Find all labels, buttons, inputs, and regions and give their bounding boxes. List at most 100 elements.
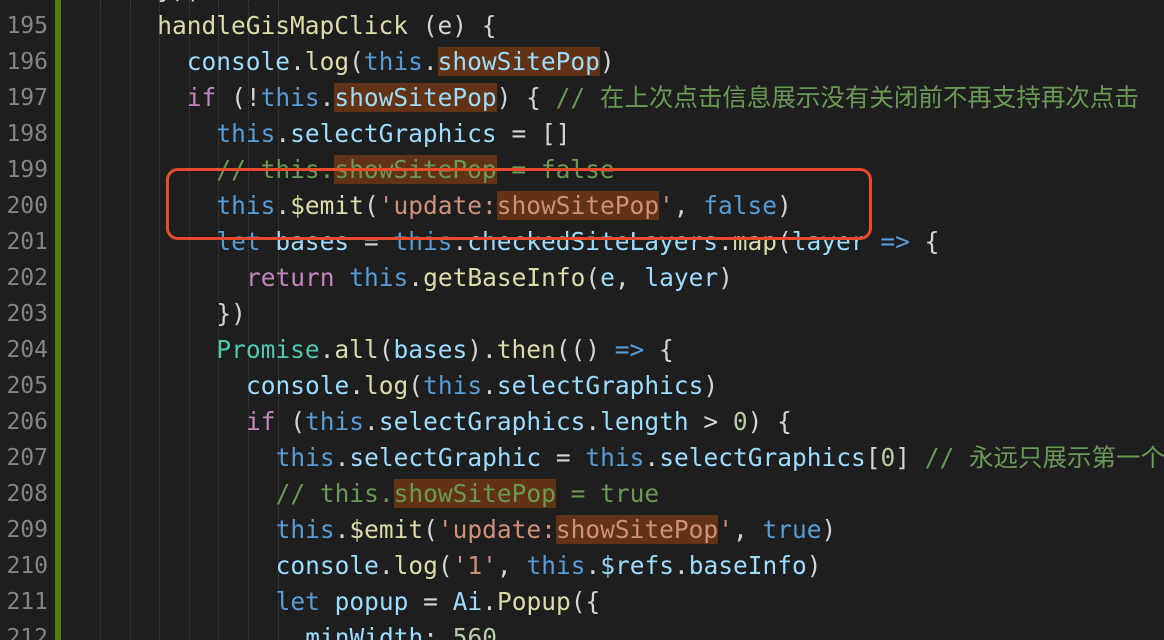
- code-token: (: [275, 407, 306, 436]
- code-line[interactable]: 209 this.$emit('update:showSitePop', true…: [0, 512, 1164, 548]
- code-line[interactable]: 199 // this.showSitePop = false: [0, 152, 1164, 188]
- code-token: this: [393, 227, 453, 256]
- code-text: console.log(this.showSitePop): [187, 44, 615, 80]
- code-token: .: [349, 371, 365, 400]
- code-line[interactable]: 197 if (!this.showSitePop) { // 在上次点击信息展示…: [0, 80, 1164, 116]
- code-token: 0: [880, 443, 896, 472]
- code-token: (: [437, 551, 453, 580]
- code-token: selectGraphics: [290, 119, 497, 148]
- line-number: 209: [6, 517, 48, 543]
- code-token: layer: [644, 263, 719, 292]
- code-token: .: [334, 443, 350, 472]
- line-number: 198: [6, 121, 48, 147]
- code-token: showSitePop: [334, 83, 497, 112]
- code-token: console: [275, 551, 379, 580]
- code-text: console.log(this.selectGraphics): [246, 368, 718, 404]
- code-line[interactable]: 205 console.log(this.selectGraphics): [0, 368, 1164, 404]
- code-token: ): [821, 515, 837, 544]
- code-token: let: [216, 227, 261, 256]
- code-line[interactable]: 212 minWidth: 560: [0, 620, 1164, 640]
- code-token: = false: [496, 155, 615, 184]
- code-token: .: [585, 551, 601, 580]
- code-token: minWidth: [305, 623, 424, 640]
- code-token: (: [777, 227, 792, 256]
- code-token: [: [865, 443, 881, 472]
- code-token: ]: [895, 443, 925, 472]
- code-token: ): [777, 191, 792, 220]
- code-token: .: [673, 551, 689, 580]
- line-number: 203: [6, 301, 48, 327]
- code-token: 0: [732, 407, 748, 436]
- code-token: ,: [732, 515, 763, 544]
- code-token: .: [319, 335, 335, 364]
- code-token: showSitePop: [555, 515, 719, 544]
- code-line[interactable]: 204 Promise.all(bases).then(() => {: [0, 332, 1164, 368]
- code-token: {: [909, 227, 940, 256]
- code-token: = true: [555, 479, 660, 508]
- code-token: ,: [614, 263, 645, 292]
- code-token: ): [718, 263, 733, 292]
- code-token: $refs: [600, 551, 674, 580]
- line-number: 199: [6, 157, 48, 183]
- code-text: if (this.selectGraphics.length > 0) {: [246, 404, 792, 440]
- code-line[interactable]: 206 if (this.selectGraphics.length > 0) {: [0, 404, 1164, 440]
- code-token: ((): [555, 335, 615, 364]
- code-token: showSitePop: [437, 47, 600, 76]
- code-token: .: [378, 551, 394, 580]
- code-token: .: [364, 407, 379, 436]
- code-text: minWidth: 560: [305, 620, 497, 640]
- code-token: .: [482, 587, 497, 616]
- line-number: 202: [6, 265, 48, 291]
- code-token: false: [703, 191, 778, 220]
- code-token: selectGraphic: [349, 443, 542, 472]
- code-token: length: [600, 407, 689, 436]
- code-token: = []: [496, 119, 571, 148]
- code-token: checkedSiteLayers: [467, 227, 718, 256]
- code-token: 'update:: [378, 191, 497, 220]
- code-line[interactable]: 207 this.selectGraphic = this.selectGraph…: [0, 440, 1164, 476]
- code-token: let: [275, 587, 320, 616]
- line-number: 212: [6, 625, 48, 640]
- code-token: // this.: [275, 479, 394, 508]
- code-line[interactable]: 208 // this.showSitePop = true: [0, 476, 1164, 512]
- code-token: =: [541, 443, 586, 472]
- code-token: this: [423, 371, 483, 400]
- code-editor[interactable]: }),195handleGisMapClick (e) {196console.…: [0, 0, 1164, 640]
- code-token: (: [363, 191, 379, 220]
- line-number: 207: [6, 445, 48, 471]
- line-number: 204: [6, 337, 48, 363]
- code-token: return: [246, 263, 335, 292]
- line-number: 200: [6, 193, 48, 219]
- code-token: handleGisMapClick: [157, 11, 408, 40]
- code-token: bases: [393, 335, 468, 364]
- code-token: this: [216, 191, 276, 220]
- code-line[interactable]: 211 let popup = Ai.Popup({: [0, 584, 1164, 620]
- code-line[interactable]: 195 handleGisMapClick (e) {: [0, 8, 1164, 44]
- code-text: let popup = Ai.Popup({: [276, 584, 601, 620]
- code-line[interactable]: 210 console.log('1', this.$refs.baseInfo): [0, 548, 1164, 584]
- code-text: }),: [157, 0, 201, 8]
- code-text: let bases = this.checkedSiteLayers.map(l…: [216, 224, 939, 260]
- code-line[interactable]: 201 let bases = this.checkedSiteLayers.ma…: [0, 224, 1164, 260]
- code-token: .: [408, 263, 424, 292]
- code-token: console: [246, 371, 350, 400]
- code-text: if (!this.showSitePop) { // 在上次点击信息展示没有关…: [187, 80, 1139, 116]
- code-token: // this.: [216, 155, 335, 184]
- code-text: return this.getBaseInfo(e, layer): [246, 260, 733, 296]
- code-line[interactable]: 196 console.log(this.showSitePop): [0, 44, 1164, 80]
- code-token: layer: [791, 227, 866, 256]
- code-token: .: [482, 371, 497, 400]
- code-token: this: [526, 551, 586, 580]
- code-text: // this.showSitePop = false: [216, 152, 615, 188]
- code-line[interactable]: 202 return this.getBaseInfo(e, layer): [0, 260, 1164, 296]
- code-line[interactable]: 198 this.selectGraphics = []: [0, 116, 1164, 152]
- code-token: .: [290, 47, 305, 76]
- line-number: 195: [6, 13, 48, 39]
- code-line[interactable]: 203}): [0, 296, 1164, 332]
- code-line[interactable]: 200 this.$emit('update:showSitePop', fals…: [0, 188, 1164, 224]
- line-number: 208: [6, 481, 48, 507]
- code-token: .: [452, 227, 468, 256]
- line-number: 210: [6, 553, 48, 579]
- code-token: getBaseInfo: [423, 263, 586, 292]
